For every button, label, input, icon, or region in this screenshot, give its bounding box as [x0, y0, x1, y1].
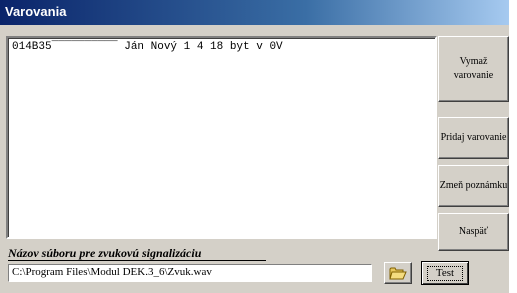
list-item[interactable]: 014B35‾‾‾‾‾‾‾‾‾‾ Ján Nový 1 4 18 byt v 0… — [12, 41, 283, 53]
delete-warning-button[interactable]: Vymaž varovanie — [438, 36, 509, 102]
change-note-button[interactable]: Zmeň poznámku — [438, 165, 509, 207]
window-title: Varovania — [5, 4, 67, 19]
label-underline — [8, 260, 266, 261]
sound-file-label: Názov súboru pre zvukovú signalizáciu — [8, 246, 202, 260]
sound-file-path-input[interactable]: C:\Program Files\Modul DEK.3_6\Zvuk.wav — [8, 264, 372, 282]
back-button[interactable]: Naspäť — [438, 213, 509, 251]
warnings-list[interactable]: 014B35‾‾‾‾‾‾‾‾‾‾ Ján Nový 1 4 18 byt v 0… — [6, 36, 437, 239]
test-button[interactable]: Test — [421, 261, 469, 285]
test-button-label: Test — [426, 265, 464, 281]
open-folder-icon — [389, 267, 407, 280]
warnings-dialog: Varovania 014B35‾‾‾‾‾‾‾‾‾‾ Ján Nový 1 4 … — [0, 0, 509, 293]
title-bar[interactable]: Varovania — [0, 0, 509, 25]
browse-button[interactable] — [384, 262, 412, 284]
add-warning-button[interactable]: Pridaj varovanie — [438, 117, 509, 159]
